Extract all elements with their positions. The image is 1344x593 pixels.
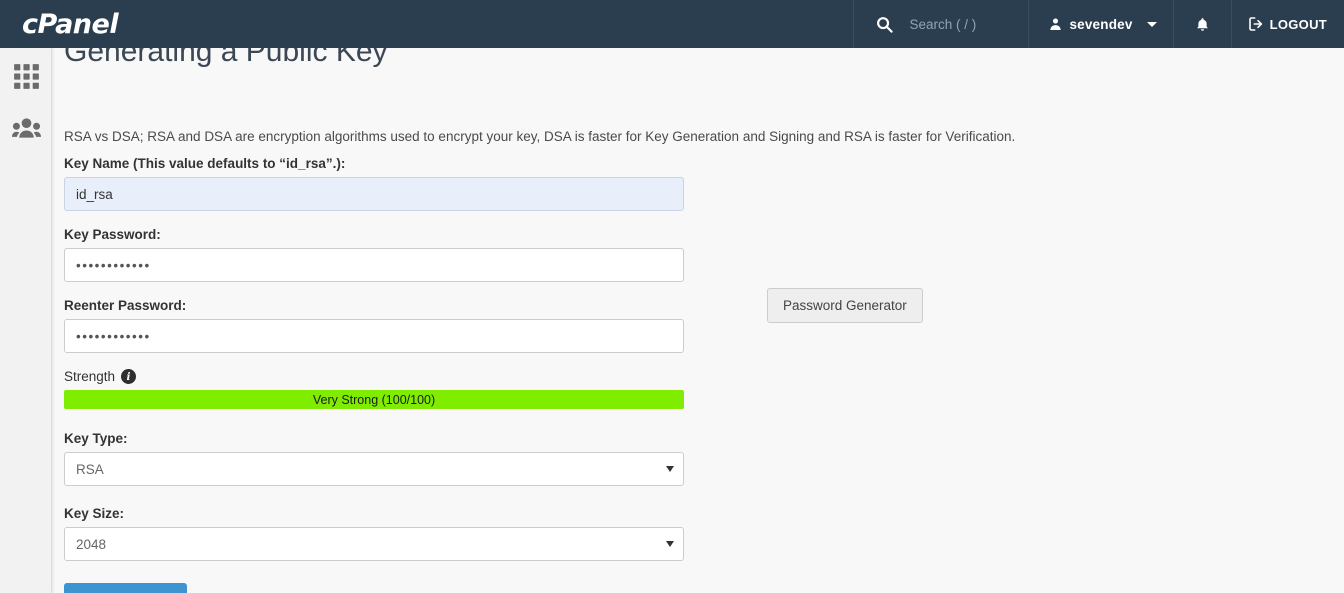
user-menu[interactable]: sevendev	[1028, 0, 1172, 48]
key-name-input[interactable]	[64, 177, 684, 211]
reenter-password-input[interactable]: ••••••••••••	[64, 319, 684, 353]
top-navbar: cPanel Search ( / ) sevendev LOGOUT	[0, 0, 1344, 48]
left-sidebar	[0, 48, 52, 593]
logout-button[interactable]: LOGOUT	[1230, 0, 1344, 48]
user-icon	[1049, 17, 1062, 31]
page-title: Generating a Public Key	[64, 48, 388, 68]
logout-icon	[1248, 16, 1264, 32]
key-password-input[interactable]: ••••••••••••	[64, 248, 684, 282]
key-name-row: Key Name (This value defaults to “id_rsa…	[64, 156, 1064, 211]
strength-label: Strength	[64, 369, 116, 384]
password-strength-bar: Very Strong (100/100)	[64, 390, 684, 409]
chevron-down-icon	[666, 466, 674, 472]
key-size-selected-value: 2048	[76, 536, 107, 552]
key-size-select[interactable]: 2048	[64, 527, 684, 561]
sidebar-item-apps[interactable]	[0, 50, 52, 102]
key-type-label: Key Type:	[64, 431, 128, 446]
search-box[interactable]: Search ( / )	[853, 0, 1028, 48]
search-icon	[876, 16, 894, 33]
apps-grid-icon	[13, 63, 40, 90]
strength-label-row: Strength i	[64, 369, 1064, 384]
key-name-label: Key Name (This value defaults to “id_rsa…	[64, 156, 346, 171]
chevron-down-icon	[1146, 21, 1157, 27]
search-placeholder: Search ( / )	[909, 16, 977, 32]
brand-text: cPanel	[22, 8, 119, 40]
username-label: sevendev	[1069, 16, 1133, 32]
bell-icon	[1195, 16, 1210, 33]
notifications-button[interactable]	[1172, 0, 1231, 48]
key-password-label: Key Password:	[64, 227, 161, 242]
info-icon[interactable]: i	[121, 369, 137, 384]
key-type-select[interactable]: RSA	[64, 452, 684, 486]
page-description: RSA vs DSA; RSA and DSA are encryption a…	[64, 129, 1016, 144]
users-group-icon	[11, 116, 41, 140]
key-size-row: Key Size: 2048	[64, 506, 1064, 561]
navbar-spacer	[136, 0, 853, 48]
password-generator-button[interactable]: Password Generator	[767, 288, 923, 323]
logout-label: LOGOUT	[1269, 16, 1327, 32]
ssh-key-form: Key Name (This value defaults to “id_rsa…	[64, 156, 1064, 593]
sidebar-item-users[interactable]	[0, 102, 52, 154]
key-size-label: Key Size:	[64, 506, 125, 521]
key-type-selected-value: RSA	[76, 461, 104, 477]
chevron-down-icon	[666, 541, 674, 547]
main-content: Generating a Public Key RSA vs DSA; RSA …	[53, 48, 1344, 593]
submit-row: Generate Key	[64, 579, 1064, 593]
key-password-row: Key Password: ••••••••••••	[64, 227, 1064, 282]
cpanel-logo[interactable]: cPanel	[0, 0, 136, 48]
strength-row: Strength i Very Strong (100/100)	[64, 369, 1064, 409]
generate-key-button[interactable]: Generate Key	[64, 583, 188, 593]
key-type-row: Key Type: RSA	[64, 431, 1064, 486]
